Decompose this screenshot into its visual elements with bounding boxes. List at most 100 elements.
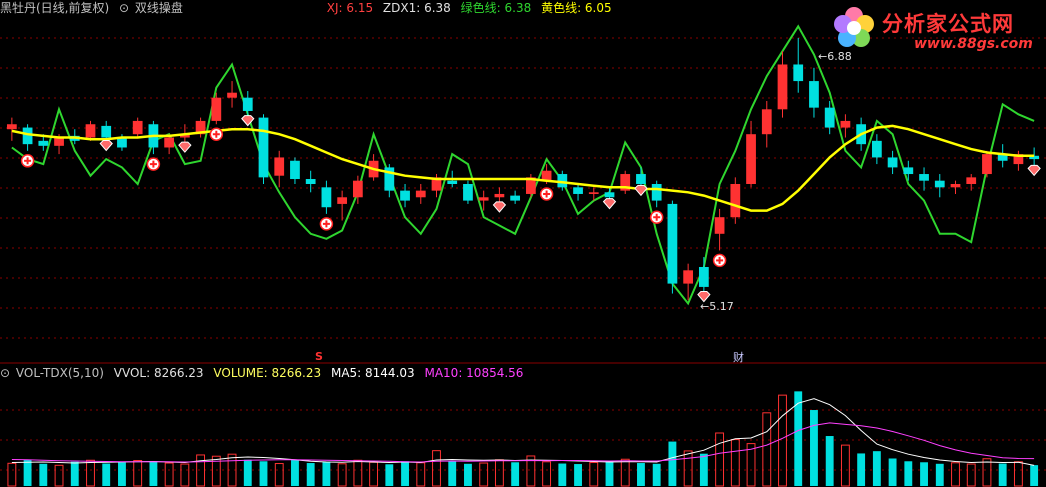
sell-signal-icon [178,141,192,153]
candle-body [934,180,945,188]
logo-name: 分析家公式网 [882,12,1014,36]
volume-bar [589,462,599,487]
volume-bar [353,459,363,487]
volume-bar [1030,465,1039,486]
grid-lines [0,37,1046,471]
vvol-value: VVOL: 8266.23 [113,366,204,380]
volume-indicator-name[interactable]: VOL-TDX(5,10) [16,366,104,380]
flower-logo-icon [834,7,874,47]
volume-bar [966,463,976,487]
sell-signal-gem [602,198,617,210]
candle-body [698,267,709,287]
candle-body [290,160,300,180]
volume-bars [7,391,1039,487]
volume-bar [574,464,582,486]
volume-bar [715,432,725,487]
volume-bar [369,461,379,487]
candle-body [337,197,348,204]
logo-url: www.88gs.com [914,36,1033,52]
volume-bar [118,462,126,486]
candle-body [950,184,961,188]
marker-s: S [315,350,323,363]
sell-signal-gem [492,201,507,213]
volume-bar [479,462,489,487]
volume-bar [133,460,143,487]
candle-body [982,154,992,175]
candlestick-series [6,37,1040,301]
site-logo: 分析家公式网 www.88gs.com [830,4,1040,56]
candle-body [227,92,237,98]
candle-body [478,197,489,201]
volume-bar [605,461,614,486]
indicator-name[interactable]: 双线操盘 [135,1,183,15]
indicator-dropdown-icon[interactable]: ⊙ [119,1,129,15]
volume-bar [149,461,158,486]
candle-body [730,184,741,218]
volume-value: VOLUME: 8266.23 [213,366,322,380]
candle-body [683,270,694,284]
volume-bar [416,462,426,487]
volume-bar [86,459,95,487]
candle-body [305,179,316,184]
volume-bar [825,436,834,486]
buy-signal-icon [649,210,664,224]
candle-body [510,195,521,201]
candle-body [557,174,568,188]
volume-bar [511,462,520,486]
candle-body [761,109,772,135]
candle-body [321,187,332,208]
volume-bar [322,461,331,486]
volume-bar [762,412,772,487]
candle-body [164,137,175,148]
sell-signal-icon [492,201,507,213]
sell-signal-icon [602,198,617,210]
volume-bar [810,410,818,486]
ma5-value: MA5: 8144.03 [330,366,415,380]
volume-bar [401,461,409,486]
volume-bar [7,462,17,487]
xj-value: XJ: 6.15 [326,1,374,15]
candle-body [793,64,804,82]
candle-body [211,97,222,121]
volume-bar [432,450,441,487]
volume-bar [494,459,504,487]
volume-bar [211,455,221,487]
candle-body [494,193,505,198]
candle-body [588,192,599,194]
buy-signal-icon [209,127,224,141]
volume-bar [102,463,111,486]
candle-body [573,187,583,194]
sell-signal-gem [178,141,192,153]
stock-chart-canvas [0,24,1046,487]
candle-body [887,157,898,168]
volume-bar [683,450,693,487]
candle-body [871,140,882,158]
volume-bar [699,453,708,486]
candle-body [966,177,977,184]
volume-bar [54,464,64,487]
candle-body [415,190,426,198]
sell-signal-icon [241,115,255,127]
sell-signal-gem [634,184,648,197]
volume-bar [274,463,284,487]
candle-body [824,107,835,128]
candle-body [667,203,678,284]
candle-body [274,157,285,176]
candle-body [604,192,615,198]
buy-signal-icon [319,217,334,231]
volume-bar [164,462,174,487]
stock-name[interactable]: 黑牡丹(日线,前复权) [0,1,109,15]
volume-bar [730,439,740,487]
volume-bar [385,464,394,486]
volume-bar [542,461,552,487]
candle-body [85,124,96,138]
candle-body [714,217,725,234]
candle-body [636,174,646,184]
buy-signal-icon [146,157,161,171]
candle-body [840,120,851,128]
volume-dropdown-icon[interactable]: ⊙ [0,366,10,380]
candle-body [352,180,363,198]
volume-bar [840,444,850,487]
volume-bar [935,463,944,486]
sell-signal-icon [634,184,648,197]
